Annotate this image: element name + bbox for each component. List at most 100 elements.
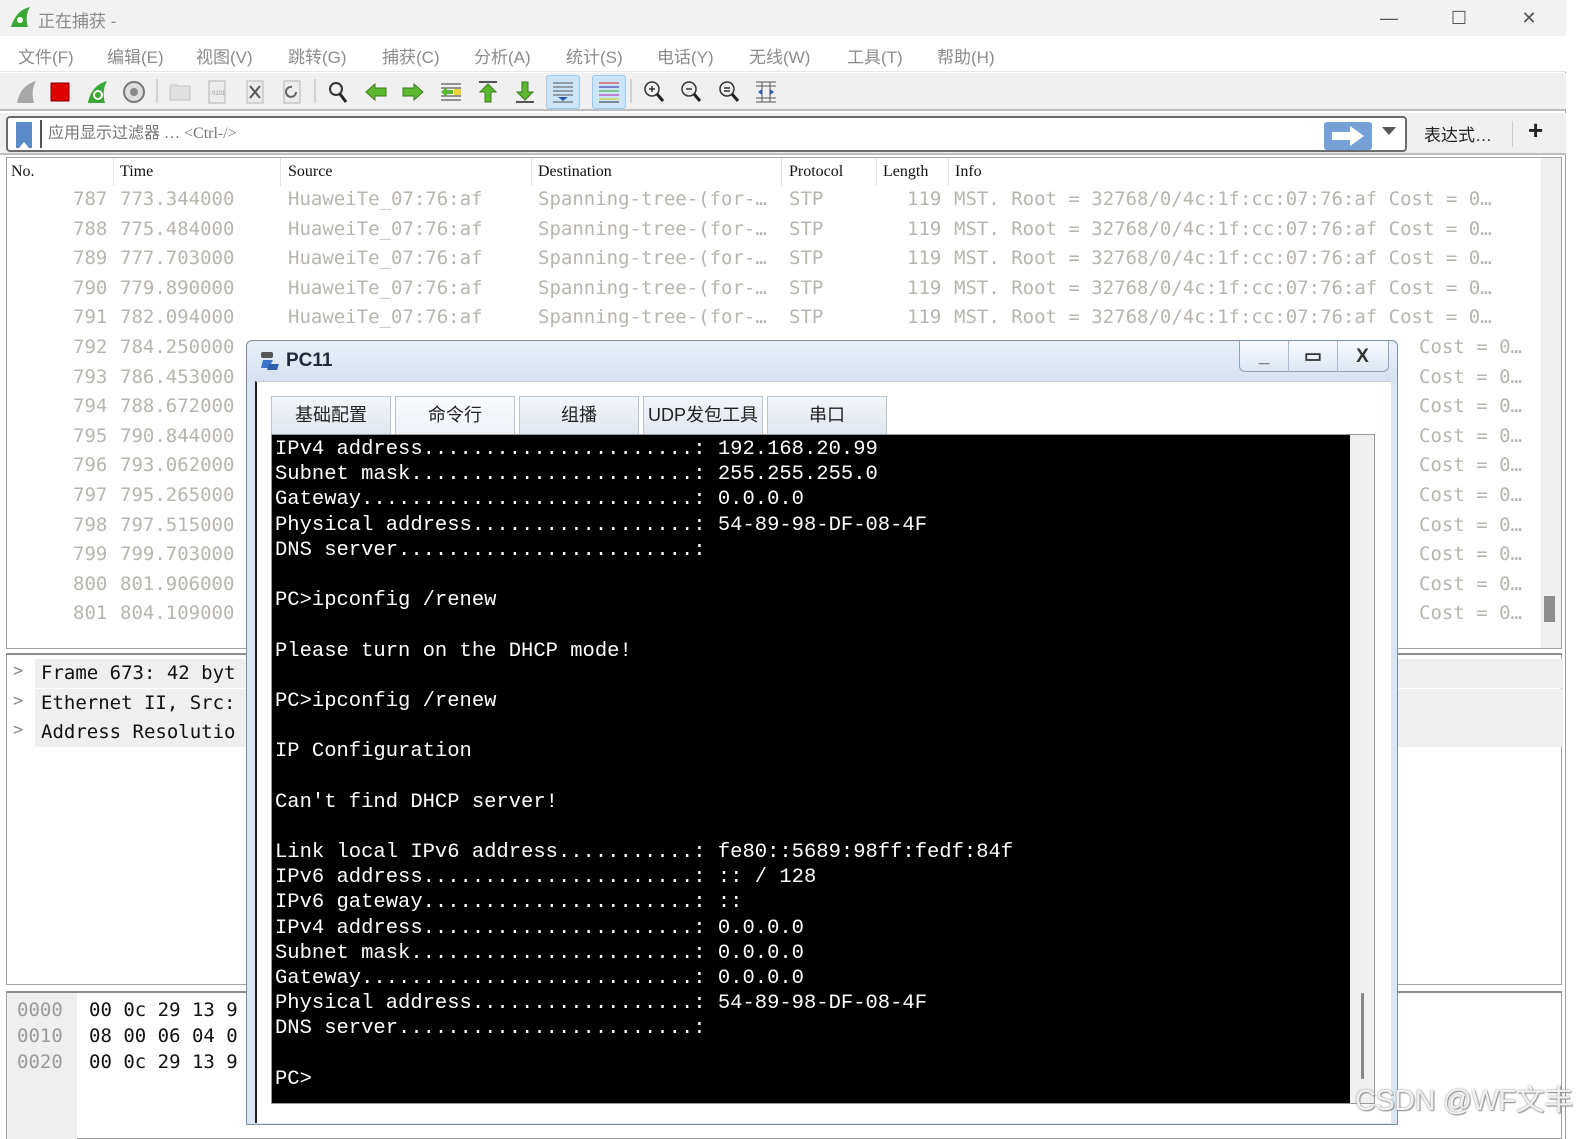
- resize-columns-button[interactable]: [749, 75, 783, 109]
- open-file-icon: [169, 84, 191, 101]
- start-capture-button[interactable]: [9, 75, 43, 109]
- capture-options-button[interactable]: [117, 75, 151, 109]
- menu-edit[interactable]: 编辑(E): [107, 43, 164, 68]
- menu-help[interactable]: 帮助(H): [937, 43, 995, 68]
- packet-row[interactable]: 791 782.094000 HuaweiTe_07:76:af Spanning-t…: [7, 304, 1543, 334]
- dialog-minimize-button[interactable]: _: [1240, 341, 1289, 372]
- filter-divider: [40, 120, 42, 148]
- resize-columns-icon: [756, 81, 776, 103]
- tab-command-line[interactable]: 命令行: [395, 396, 515, 434]
- close-button[interactable]: ✕: [1506, 0, 1552, 36]
- packet-no: 794: [73, 395, 108, 418]
- chevron-right-icon[interactable]: >: [13, 661, 23, 681]
- find-packet-button[interactable]: [321, 75, 355, 109]
- menu-tools[interactable]: 工具(T): [847, 43, 903, 68]
- dialog-body: 基础配置 命令行 组播 UDP发包工具 串口 IPv4 address.....…: [255, 381, 1391, 1123]
- packet-row[interactable]: 788 775.484000 HuaweiTe_07:76:af Spanning-t…: [7, 216, 1543, 246]
- packet-no: 787: [73, 188, 108, 210]
- go-first-packet-button[interactable]: [471, 75, 505, 109]
- terminal-scrollbar[interactable]: [1350, 435, 1374, 1103]
- go-first-packet-icon: [478, 81, 498, 103]
- menu-telephony[interactable]: 电话(Y): [657, 43, 714, 68]
- column-header-info[interactable]: Info: [955, 163, 982, 181]
- column-header-destination[interactable]: Destination: [538, 163, 612, 181]
- minimize-button[interactable]: —: [1366, 0, 1412, 36]
- go-back-button[interactable]: [359, 75, 393, 109]
- dialog-title-bar[interactable]: PC11 _ ▭ X: [247, 341, 1397, 381]
- column-header-time[interactable]: Time: [120, 163, 153, 181]
- display-filter-input[interactable]: [48, 121, 1308, 147]
- column-header-source[interactable]: Source: [288, 163, 332, 181]
- packet-no: 798: [73, 513, 108, 536]
- reload-file-button[interactable]: [275, 75, 309, 109]
- expression-button[interactable]: 表达式…: [1424, 121, 1492, 146]
- chevron-right-icon[interactable]: >: [13, 720, 23, 740]
- packet-row[interactable]: 790 779.890000 HuaweiTe_07:76:af Spanning-t…: [7, 275, 1543, 305]
- svg-text:0101: 0101: [212, 91, 226, 97]
- normal-size-button[interactable]: [712, 75, 746, 109]
- terminal-output[interactable]: IPv4 address......................: 192.…: [275, 437, 1349, 1101]
- tab-multicast[interactable]: 组播: [519, 396, 639, 434]
- packet-row[interactable]: 789 777.703000 HuaweiTe_07:76:af Spanning-t…: [7, 245, 1543, 275]
- packet-info: Cost = 0…: [1419, 572, 1522, 595]
- terminal-line: Link local IPv6 address...........: fe80…: [275, 841, 1014, 864]
- auto-scroll-button[interactable]: [546, 75, 580, 109]
- tab-serial[interactable]: 串口: [767, 396, 887, 434]
- open-file-button[interactable]: [163, 75, 197, 109]
- go-to-packet-button[interactable]: [434, 75, 468, 109]
- save-file-button[interactable]: 0101: [200, 75, 234, 109]
- packet-source: HuaweiTe_07:76:af: [288, 306, 483, 329]
- menu-analyze[interactable]: 分析(A): [474, 43, 531, 68]
- menu-go[interactable]: 跳转(G): [288, 43, 347, 68]
- packet-no: 797: [73, 484, 108, 506]
- menu-statistics[interactable]: 统计(S): [566, 43, 623, 68]
- menu-capture[interactable]: 捕获(C): [382, 43, 440, 68]
- find-packet-icon: [329, 82, 348, 103]
- scrollbar-thumb[interactable]: [1544, 596, 1555, 622]
- terminal-line: PC>ipconfig /renew: [275, 589, 497, 613]
- apply-filter-button[interactable]: [1324, 122, 1372, 150]
- tab-basic-config[interactable]: 基础配置: [271, 396, 391, 434]
- restart-capture-button[interactable]: [80, 75, 114, 109]
- tab-udp-tool[interactable]: UDP发包工具: [643, 396, 763, 434]
- stop-capture-button[interactable]: [43, 75, 77, 109]
- packet-source: HuaweiTe_07:76:af: [288, 276, 483, 299]
- zoom-out-button[interactable]: [674, 75, 708, 109]
- filter-history-dropdown-icon[interactable]: [1382, 127, 1396, 135]
- go-forward-button[interactable]: [396, 75, 430, 109]
- terminal-line: DNS server........................:: [275, 1017, 706, 1041]
- add-filter-button[interactable]: +: [1528, 115, 1543, 146]
- menu-file[interactable]: 文件(F): [18, 43, 74, 68]
- packet-destination: Spanning-tree-(for-…: [538, 188, 767, 210]
- restart-capture-icon: [88, 81, 107, 103]
- terminal-line: IP Configuration: [275, 740, 472, 764]
- dialog-close-button[interactable]: X: [1338, 341, 1387, 372]
- packet-row[interactable]: 787 773.344000 HuaweiTe_07:76:af Spanning-t…: [7, 186, 1543, 216]
- maximize-button[interactable]: ☐: [1436, 0, 1482, 36]
- terminal-line: Gateway...........................: 0.0.…: [275, 966, 804, 990]
- column-header-protocol[interactable]: Protocol: [789, 163, 843, 181]
- close-file-button[interactable]: [238, 75, 272, 109]
- colorize-button[interactable]: [592, 75, 626, 109]
- packet-length: 119: [907, 188, 942, 210]
- packet-time: 799.703000: [120, 543, 235, 566]
- terminal-line: IPv6 address......................: :: /…: [275, 866, 817, 890]
- go-last-packet-button[interactable]: [508, 75, 542, 109]
- dialog-maximize-button[interactable]: ▭: [1289, 341, 1338, 372]
- chevron-right-icon[interactable]: >: [13, 691, 23, 711]
- terminal-line: Subnet mask.......................: 255.…: [275, 463, 878, 487]
- menu-wireless[interactable]: 无线(W): [749, 43, 810, 68]
- packet-time: 797.515000: [120, 513, 235, 536]
- packet-list-scrollbar[interactable]: [1541, 158, 1561, 648]
- column-header-length[interactable]: Length: [883, 163, 928, 181]
- zoom-in-button[interactable]: [637, 75, 671, 109]
- bookmark-icon[interactable]: [16, 122, 32, 148]
- packet-length: 119: [907, 276, 942, 299]
- menu-view[interactable]: 视图(V): [196, 43, 253, 68]
- command-terminal[interactable]: IPv4 address......................: 192.…: [271, 434, 1375, 1104]
- scrollbar-thumb[interactable]: [1361, 993, 1364, 1079]
- column-header-no[interactable]: No.: [11, 163, 35, 181]
